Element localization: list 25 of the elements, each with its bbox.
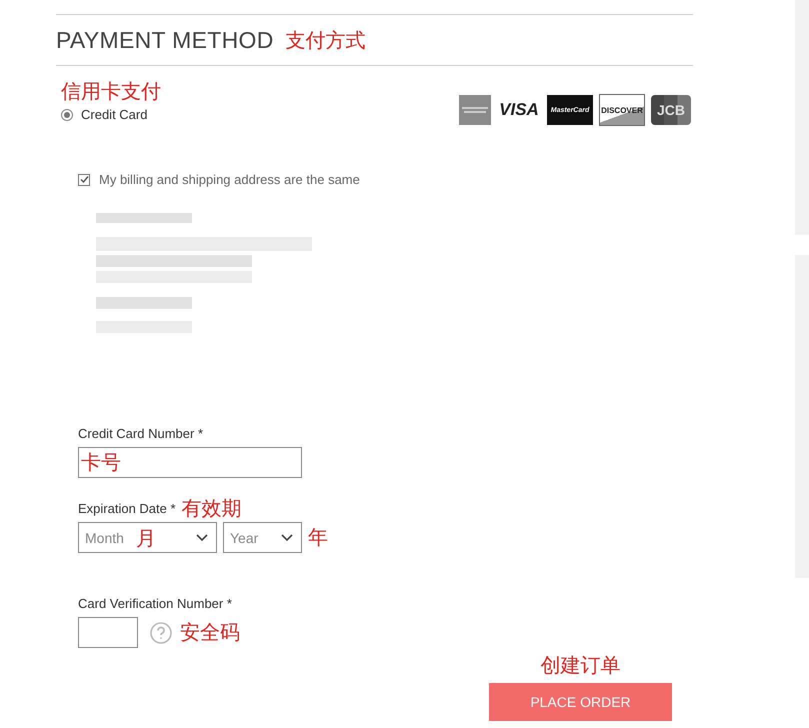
- card-logo: VISA: [498, 99, 540, 121]
- card-logo: [459, 95, 491, 125]
- field-label: Expiration Date *: [78, 500, 176, 516]
- annotation: 有效期: [182, 496, 242, 522]
- place-order-button[interactable]: PLACE ORDER: [489, 683, 672, 721]
- annotation: 年: [308, 526, 328, 551]
- chevron-icon: [281, 534, 293, 542]
- cvn-input[interactable]: [78, 617, 138, 648]
- field-label: Credit Card Number *: [78, 426, 204, 440]
- field-label: Card Verification Number *: [78, 596, 232, 610]
- option-label: Credit Card: [81, 107, 148, 122]
- card-logo: DISCOVER: [599, 94, 645, 126]
- radio-button[interactable]: [61, 108, 73, 120]
- card-logo: JCB: [651, 95, 691, 125]
- year-select[interactable]: Year: [223, 522, 302, 553]
- section-title: PAYMENT METHOD: [56, 26, 274, 54]
- checkbox[interactable]: [78, 174, 90, 186]
- chevron-icon: [196, 534, 208, 542]
- card-number-input[interactable]: 卡号: [78, 447, 302, 478]
- annotation: 支付方式: [286, 28, 366, 54]
- checkbox-label: My billing and shipping address are the same: [99, 172, 360, 187]
- annotation: 创建订单: [540, 654, 620, 679]
- annotation: 安全码: [180, 621, 240, 646]
- annotation: 月: [136, 527, 156, 552]
- annotation: 信用卡支付: [61, 80, 161, 105]
